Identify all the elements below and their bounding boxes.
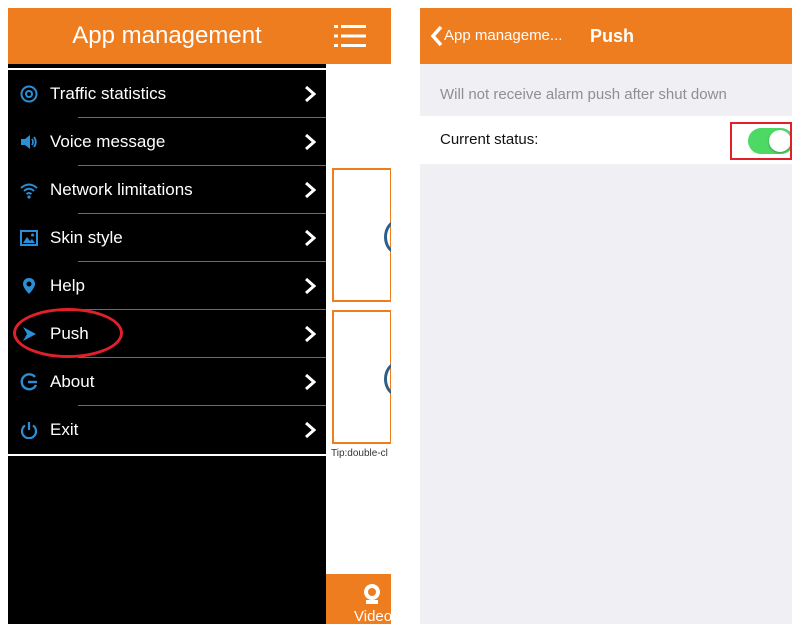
chevron-right-icon bbox=[305, 325, 316, 343]
video-tab[interactable]: Video bbox=[326, 574, 391, 624]
speaker-icon bbox=[21, 135, 37, 149]
push-info-text: Will not receive alarm push after shut d… bbox=[440, 86, 727, 103]
tip-text: Tip:double-cl bbox=[331, 448, 388, 459]
image-icon bbox=[20, 230, 38, 246]
chevron-right-icon bbox=[305, 133, 316, 151]
menu-item-voice-message[interactable]: Voice message bbox=[8, 118, 326, 166]
menu-item-label: Exit bbox=[50, 420, 79, 439]
current-status-label: Current status: bbox=[440, 131, 539, 148]
menu-item-skin-style[interactable]: Skin style bbox=[8, 214, 326, 262]
background-app-view: Tip:double-cl Video bbox=[326, 64, 391, 624]
menu-item-label: Skin style bbox=[50, 228, 123, 247]
chevron-left-icon[interactable] bbox=[430, 25, 444, 47]
menu-item-help[interactable]: Help bbox=[8, 262, 326, 310]
page-title: Push bbox=[590, 26, 635, 46]
camera-card[interactable] bbox=[332, 168, 391, 302]
chevron-right-icon bbox=[305, 229, 316, 247]
video-tab-label: Video bbox=[354, 608, 391, 624]
webcam-icon bbox=[364, 584, 380, 604]
menu-item-network-limitations[interactable]: Network limitations bbox=[8, 166, 326, 214]
header-bar: App management bbox=[8, 8, 391, 64]
menu-item-label: About bbox=[50, 372, 95, 391]
menu-item-about[interactable]: About bbox=[8, 358, 326, 406]
camera-card[interactable] bbox=[332, 310, 391, 444]
toggle-highlight-box bbox=[730, 122, 792, 160]
push-settings-screen: App manageme... Push Will not receive al… bbox=[420, 8, 792, 624]
back-button[interactable]: App manageme... bbox=[444, 8, 562, 64]
menu-item-exit[interactable]: Exit bbox=[8, 406, 326, 454]
menu-list-icon[interactable] bbox=[334, 24, 366, 48]
chevron-right-icon bbox=[305, 373, 316, 391]
camera-icon bbox=[384, 362, 391, 396]
power-icon bbox=[20, 422, 38, 439]
menu-item-label: Help bbox=[50, 276, 85, 295]
chevron-right-icon bbox=[305, 85, 316, 103]
page-title: App management bbox=[72, 22, 262, 49]
traffic-icon bbox=[20, 85, 38, 103]
push-highlight-circle bbox=[13, 308, 123, 358]
camera-icon bbox=[384, 220, 391, 254]
chevron-right-icon bbox=[305, 277, 316, 295]
chevron-right-icon bbox=[305, 421, 316, 439]
header-bar: App manageme... Push bbox=[420, 8, 792, 64]
chevron-right-icon bbox=[305, 181, 316, 199]
about-icon bbox=[20, 373, 38, 391]
menu-item-label: Traffic statistics bbox=[50, 84, 167, 103]
menu-divider bbox=[8, 454, 326, 456]
menu-item-label: Voice message bbox=[50, 132, 166, 151]
menu-item-label: Network limitations bbox=[50, 180, 193, 199]
menu-item-traffic-statistics[interactable]: Traffic statistics bbox=[8, 70, 326, 118]
current-status-row: Current status: bbox=[420, 116, 792, 164]
location-pin-icon bbox=[23, 278, 35, 294]
wifi-icon bbox=[20, 183, 38, 199]
